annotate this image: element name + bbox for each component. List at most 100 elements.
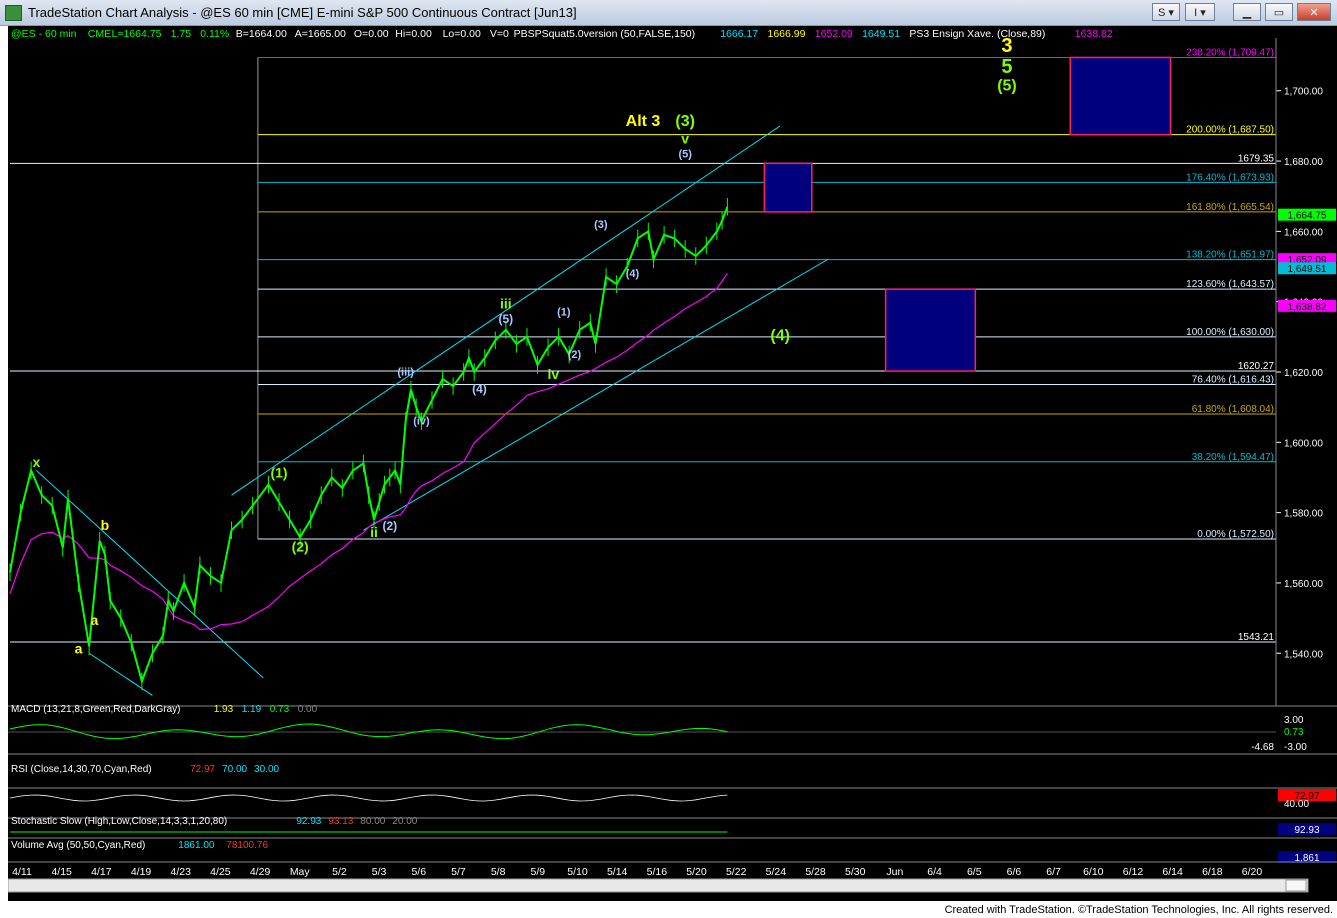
wave-label: (1) xyxy=(270,464,287,480)
y-tick-label: 1,560.00 xyxy=(1284,579,1323,590)
tradestation-icon xyxy=(5,5,22,21)
x-tick-label: 5/6 xyxy=(411,866,426,878)
header-ask: A=1665.00 xyxy=(295,28,346,40)
s-menu-button[interactable]: S ▾ xyxy=(1152,3,1180,21)
wave-label: 5 xyxy=(1001,56,1012,78)
header-exchange: CME xyxy=(88,28,111,40)
wave-label: (3) xyxy=(675,113,695,130)
x-tick-label: 6/20 xyxy=(1242,866,1263,878)
y-tick-label: 1,700.00 xyxy=(1284,87,1323,98)
wave-label: (4) xyxy=(472,382,487,396)
wave-label: Alt 3 xyxy=(626,113,661,130)
copyright-text: Created with TradeStation. ©TradeStation… xyxy=(944,904,1333,916)
wave-label: (5) xyxy=(499,312,514,326)
ensign-xave-line xyxy=(9,272,728,631)
header-study1-value: 1666.17 xyxy=(720,28,758,40)
x-tick-label: 6/14 xyxy=(1162,866,1183,878)
fib-level-label: 176.40% (1,673.93) xyxy=(1186,172,1274,183)
wave-label: (4) xyxy=(626,268,640,280)
macd-value: 1.93 xyxy=(214,704,234,715)
wave-label: iv xyxy=(547,366,559,382)
maximize-button[interactable]: ▭ xyxy=(1265,3,1293,21)
x-tick-label: 6/12 xyxy=(1123,866,1144,878)
macd-value: 1.19 xyxy=(242,704,262,715)
stoch-value: 20.00 xyxy=(392,816,417,827)
macd-axis-label: -3.00 xyxy=(1284,742,1307,753)
rsi-value: 72.97 xyxy=(190,764,215,775)
y-tick-label: 1,600.00 xyxy=(1284,438,1323,449)
x-tick-label: 5/28 xyxy=(805,866,826,878)
x-tick-label: 5/3 xyxy=(372,866,387,878)
x-tick-label: May xyxy=(290,866,311,878)
x-tick-label: 5/10 xyxy=(567,866,588,878)
x-tick-label: 5/22 xyxy=(726,866,747,878)
fib-level-label: 61.80% (1,608.04) xyxy=(1192,404,1274,415)
wave-label: ii xyxy=(370,524,378,540)
y-tick-label: 1,680.00 xyxy=(1284,157,1323,168)
wave-label: (2) xyxy=(382,519,397,533)
y-tick-label: 1,620.00 xyxy=(1284,368,1323,379)
wave-label: (2) xyxy=(292,538,309,554)
fib-level-label: 123.60% (1,643.57) xyxy=(1186,279,1274,290)
x-tick-label: 4/15 xyxy=(51,866,72,878)
macd-axis-label: 0.73 xyxy=(1284,727,1304,738)
header-study1-value: 1649.51 xyxy=(862,28,900,40)
x-tick-label: 5/24 xyxy=(766,866,787,878)
x-tick-label: 5/9 xyxy=(531,866,546,878)
fib-level-label: 238.20% (1,709.47) xyxy=(1186,47,1274,58)
chart-area[interactable]: @ES - 60 min CME L=1664.75 1.75 0.11% B=1664.… xyxy=(8,26,1337,901)
price-box-label: 1,664.75 xyxy=(1288,211,1327,222)
x-tick-label: 6/4 xyxy=(927,866,942,878)
header-hi: Hi=0.00 xyxy=(395,28,432,40)
close-button[interactable]: ✕ xyxy=(1297,3,1331,21)
rsi-value: 30.00 xyxy=(254,764,279,775)
x-tick-label: 4/19 xyxy=(131,866,152,878)
rsi-value: 70.00 xyxy=(222,764,247,775)
price-box-label: 1,638.82 xyxy=(1288,302,1327,313)
wave-label: a xyxy=(75,640,83,656)
minimize-button[interactable]: ▁ xyxy=(1233,3,1261,21)
rsi-line xyxy=(9,794,728,802)
x-tick-label: 6/10 xyxy=(1083,866,1104,878)
target-box xyxy=(763,162,813,213)
macd-value: 0.00 xyxy=(298,704,318,715)
wave-label: v xyxy=(681,130,689,146)
wave-label: iii xyxy=(500,296,512,312)
fib-level-label: 138.20% (1,651.97) xyxy=(1186,250,1274,261)
x-tick-label: 5/30 xyxy=(845,866,866,878)
fib-level-label: 100.00% (1,630.00) xyxy=(1186,327,1274,338)
y-tick-label: 1,540.00 xyxy=(1284,649,1323,660)
wedge-lower-line xyxy=(88,652,153,696)
x-tick-label: 5/7 xyxy=(451,866,466,878)
wave-label: x xyxy=(32,454,40,470)
title-bar: TradeStation Chart Analysis - @ES 60 min… xyxy=(0,0,1337,26)
x-tick-label: 6/6 xyxy=(1007,866,1022,878)
rsi-label: RSI (Close,14,30,70,Cyan,Red) xyxy=(11,764,152,775)
i-menu-button[interactable]: I ▾ xyxy=(1185,3,1215,21)
wedge-upper-line xyxy=(36,470,264,679)
y-tick-label: 1,580.00 xyxy=(1284,509,1323,520)
scrollbar-thumb xyxy=(1285,879,1307,892)
header-study1-value: 1666.99 xyxy=(768,28,806,40)
wave-label: (5) xyxy=(997,78,1017,95)
header-study2-value: 1638.82 xyxy=(1075,28,1113,40)
wave-label: (3) xyxy=(594,219,608,231)
horizontal-scrollbar xyxy=(8,878,1309,893)
channel-lower-line xyxy=(363,259,828,531)
wave-label: (5) xyxy=(678,149,692,161)
header-study1-value: 1652.09 xyxy=(815,28,853,40)
x-tick-label: 5/16 xyxy=(647,866,668,878)
stoch-value: 80.00 xyxy=(360,816,385,827)
wave-label: (iv) xyxy=(413,416,430,428)
x-tick-label: 6/18 xyxy=(1202,866,1223,878)
x-tick-label: 4/11 xyxy=(12,866,32,878)
header-study1: PBSPSquat5.0version (50,FALSE,150) xyxy=(514,28,696,40)
x-tick-label: 5/8 xyxy=(491,866,506,878)
wave-label: 3 xyxy=(1001,35,1012,57)
stoch-label: Stochastic Slow (High,Low,Close,14,3,3,1… xyxy=(11,816,227,827)
macd-axis-label: 3.00 xyxy=(1284,715,1304,726)
x-tick-label: 6/5 xyxy=(967,866,982,878)
footer: Created with TradeStation. ©TradeStation… xyxy=(0,902,1337,918)
x-tick-label: 6/7 xyxy=(1046,866,1061,878)
header-study2: PS3 Ensign Xave. (Close,89) xyxy=(909,28,1045,40)
